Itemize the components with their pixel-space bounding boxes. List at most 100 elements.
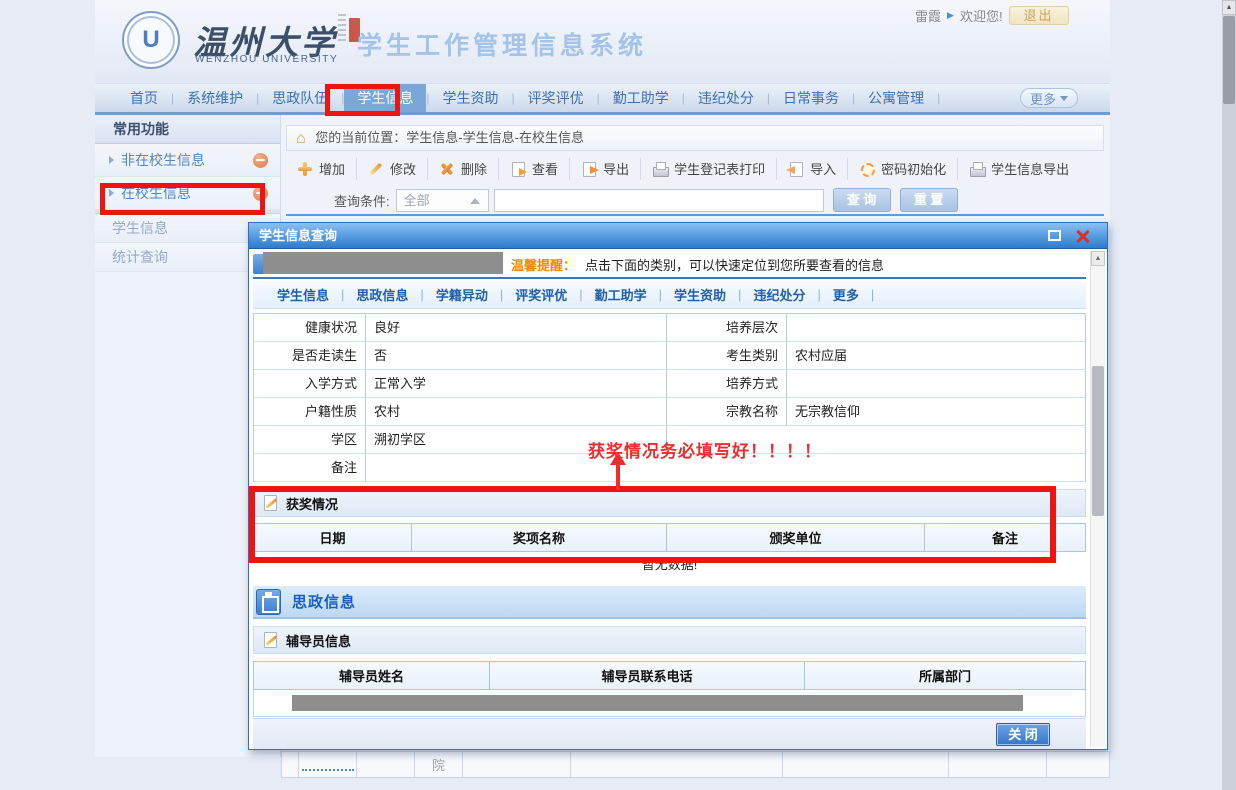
dialog-notice-bar: 温馨提醒： 点击下面的类别，可以快速定位到您所要查看的信息 — [253, 252, 1086, 276]
print-registration-button[interactable]: 学生登记表打印 — [641, 158, 777, 180]
printer-icon — [969, 161, 985, 177]
seal-letter: U — [142, 26, 159, 54]
collapse-minus-icon[interactable] — [253, 153, 268, 168]
award-section-header: 获奖情况 — [253, 489, 1086, 517]
dialog-scrollbar[interactable]: ▲ — [1090, 251, 1105, 747]
search-input[interactable] — [494, 189, 824, 212]
chevron-up-icon — [470, 198, 480, 204]
delete-button[interactable]: 删除 — [428, 158, 499, 180]
password-reset-button[interactable]: 密码初始化 — [848, 158, 958, 180]
nav-item-apartment[interactable]: 公寓管理 — [855, 84, 937, 112]
nav-more-button[interactable]: 更多 — [1020, 88, 1078, 108]
maximize-icon[interactable] — [1048, 230, 1061, 241]
university-seal-logo: U — [122, 11, 180, 69]
redacted-student-name — [263, 252, 503, 274]
tab-work-study[interactable]: 勤工助学 — [583, 285, 659, 304]
page-scrollbar[interactable]: ▲ — [1222, 0, 1236, 790]
award-table-header: 日期 奖项名称 颁奖单位 备注 — [253, 523, 1086, 552]
app-root: ▲ U 温州大学 WENZHOU UNIVERSITY 学生工作管理信息系统 雷… — [0, 0, 1236, 790]
edit-button[interactable]: 修改 — [357, 158, 428, 180]
dialog-title: 学生信息查询 — [259, 228, 337, 243]
redacted-counselor-info — [292, 695, 1023, 711]
annotation-arrow-shaft — [616, 464, 620, 490]
close-icon[interactable] — [1075, 228, 1091, 244]
sidebar-group-enrolled[interactable]: 在校生信息 — [95, 177, 280, 210]
view-button[interactable]: 查看 — [499, 158, 570, 180]
counselor-data-row — [253, 690, 1086, 717]
student-info-dialog: 学生信息查询 温馨提醒： 点击下面的类别，可以快速定位到您所要查看的信息 学生信… — [248, 222, 1108, 750]
nav-item-political-team[interactable]: 思政队伍 — [259, 84, 341, 112]
doc-pencil-icon — [262, 632, 278, 648]
tab-status-change[interactable]: 学籍异动 — [424, 285, 500, 304]
search-filter-select[interactable]: 全部 — [396, 189, 489, 212]
sidebar-title: 常用功能 — [95, 115, 280, 144]
logout-button[interactable]: 退出 — [1009, 6, 1069, 25]
political-info-section-header: 思政信息 — [253, 586, 1086, 619]
tab-discipline[interactable]: 违纪处分 — [741, 285, 817, 304]
table-row: 入学方式 正常入学 培养方式 — [254, 370, 1086, 398]
clipboard-icon — [256, 589, 281, 615]
home-icon: ⌂ — [296, 130, 306, 147]
scroll-up-icon[interactable]: ▲ — [1091, 251, 1105, 266]
query-button[interactable]: 查 询 — [833, 188, 891, 212]
nav-item-discipline[interactable]: 违纪处分 — [685, 84, 767, 112]
pencil-icon — [368, 161, 384, 177]
nav-item-daily-affairs[interactable]: 日常事务 — [770, 84, 852, 112]
table-row: 健康状况 良好 培养层次 — [254, 314, 1086, 342]
breadcrumb: ⌂ 您的当前位置：学生信息-学生信息-在校生信息 — [286, 125, 1104, 151]
nav-item-system-maintenance[interactable]: 系统维护 — [174, 84, 256, 112]
export-icon — [581, 161, 597, 177]
welcome-arrow-icon: ▶ — [947, 10, 954, 21]
reset-button[interactable]: 重 置 — [900, 188, 958, 212]
dialog-titlebar[interactable]: 学生信息查询 — [249, 223, 1107, 249]
chevron-down-icon — [1060, 96, 1068, 101]
page-scrollbar-thumb[interactable] — [1223, 16, 1235, 104]
sidebar-group-non-enrolled[interactable]: 非在校生信息 — [95, 144, 280, 177]
printer-icon — [652, 161, 668, 177]
import-icon — [788, 161, 804, 177]
search-condition-label: 查询条件: — [334, 191, 390, 210]
main-nav: 首页 | 系统维护 | 思政队伍 | 学生信息 | 学生资助 | 评奖评优 | … — [95, 84, 1110, 115]
tab-awards[interactable]: 评奖评优 — [503, 285, 579, 304]
expand-arrow-icon — [109, 189, 114, 197]
search-row: 查询条件: 全部 查 询 重 置 — [286, 186, 1104, 216]
student-info-export-button[interactable]: 学生信息导出 — [958, 158, 1080, 180]
close-button[interactable]: 关 闭 — [996, 723, 1050, 746]
expand-arrow-icon — [109, 156, 114, 164]
add-button[interactable]: 增加 — [286, 158, 357, 180]
dialog-scrollbar-thumb[interactable] — [1092, 366, 1104, 516]
view-doc-icon — [510, 161, 526, 177]
counselor-section-header: 辅导员信息 — [253, 626, 1086, 654]
tab-more[interactable]: 更多 — [821, 285, 871, 304]
row-checkbox-cell — [282, 752, 299, 777]
toolbar: 增加 修改 删除 查看 导出 学生登记表打印 — [286, 153, 1104, 184]
dialog-body: 温馨提醒： 点击下面的类别，可以快速定位到您所要查看的信息 学生信息| 思政信息… — [249, 249, 1107, 749]
background-student-link[interactable] — [299, 752, 357, 777]
background-cell-text: 院 — [432, 755, 445, 774]
notice-text: 点击下面的类别，可以快速定位到您所要查看的信息 — [585, 255, 884, 274]
collapse-minus-icon[interactable] — [253, 186, 268, 201]
gear-icon — [859, 161, 875, 177]
scroll-up-icon[interactable]: ▲ — [1222, 0, 1236, 15]
background-table-row: 院 — [281, 751, 1110, 778]
nav-item-awards[interactable]: 评奖评优 — [515, 84, 597, 112]
table-row: 户籍性质 农村 宗教名称 无宗教信仰 — [254, 398, 1086, 426]
tab-political-info[interactable]: 思政信息 — [344, 285, 420, 304]
dialog-footer: 关 闭 — [253, 718, 1086, 749]
tab-student-aid[interactable]: 学生资助 — [662, 285, 738, 304]
calligraphy-signature — [338, 14, 346, 42]
import-button[interactable]: 导入 — [777, 158, 848, 180]
notice-label: 温馨提醒： — [511, 255, 576, 274]
nav-item-student-aid[interactable]: 学生资助 — [430, 84, 512, 112]
plus-icon — [297, 161, 313, 177]
user-bar: 雷霞 ▶ 欢迎您! 退出 — [915, 5, 1069, 25]
tab-student-info[interactable]: 学生信息 — [265, 285, 341, 304]
nav-item-student-info[interactable]: 学生信息 — [344, 84, 426, 112]
table-row: 是否走读生 否 考生类别 农村应届 — [254, 342, 1086, 370]
doc-pencil-icon — [262, 495, 278, 511]
counselor-table-header: 辅导员姓名 辅导员联系电话 所属部门 — [253, 661, 1086, 690]
export-button[interactable]: 导出 — [570, 158, 641, 180]
nav-item-home[interactable]: 首页 — [117, 84, 171, 112]
nav-item-work-study[interactable]: 勤工助学 — [600, 84, 682, 112]
dialog-tabs: 学生信息| 思政信息| 学籍异动| 评奖评优| 勤工助学| 学生资助| 违纪处分… — [253, 281, 1086, 309]
